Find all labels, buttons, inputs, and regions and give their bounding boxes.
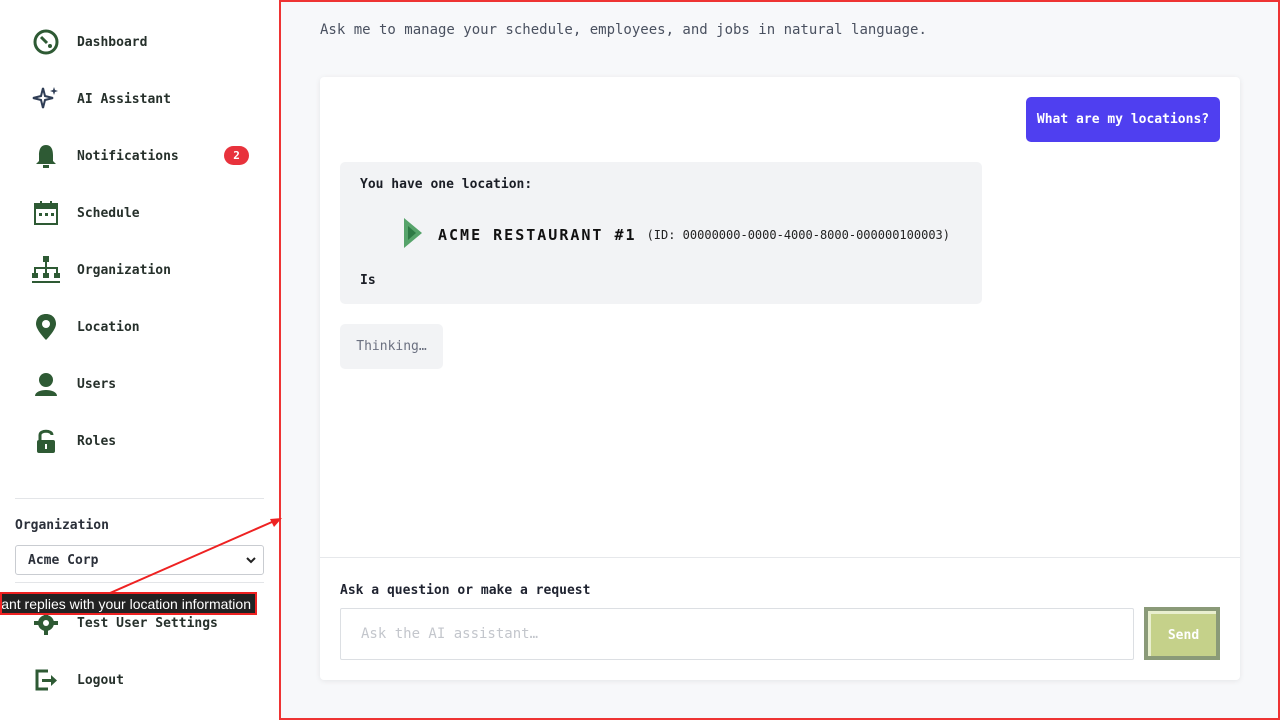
logout-icon — [30, 664, 62, 696]
assistant-message-intro: You have one location: — [360, 177, 533, 192]
sidebar-item-label: AI Assistant — [77, 91, 171, 107]
lock-icon — [30, 425, 62, 457]
chat-divider — [320, 557, 1240, 558]
assistant-message-trailing: Is — [360, 273, 376, 288]
sidebar-item-schedule[interactable]: Schedule — [30, 193, 260, 233]
sidebar-item-label: Users — [77, 376, 117, 392]
page-subtitle: Ask me to manage your schedule, employee… — [320, 22, 927, 38]
chat-panel: What are my locations? You have one loca… — [320, 77, 1240, 680]
sidebar-item-notifications[interactable]: Notifications 2 — [30, 136, 260, 176]
annotation-tooltip: AI assistant replies with your location … — [0, 592, 257, 615]
user-message-bubble: What are my locations? — [1026, 97, 1220, 142]
sidebar-item-label: Schedule — [77, 205, 140, 221]
sidebar-item-label: Logout — [77, 672, 124, 688]
calendar-icon — [30, 197, 62, 229]
location-name: ACME RESTAURANT #1 — [438, 226, 637, 244]
chevron-down-icon — [245, 554, 257, 570]
sidebar-divider — [15, 582, 264, 583]
sidebar-item-label: Roles — [77, 433, 117, 449]
sidebar-item-organization[interactable]: Organization — [30, 250, 260, 290]
send-button[interactable]: Send — [1144, 607, 1220, 660]
sidebar-item-ai-assistant[interactable]: AI Assistant — [30, 79, 260, 119]
user-icon — [30, 368, 62, 400]
assistant-message-bubble: You have one location: ACME RESTAURANT #… — [340, 162, 982, 304]
sidebar-item-label: Location — [77, 319, 140, 335]
sidebar-item-partial[interactable] — [30, 478, 260, 492]
org-chart-icon — [30, 254, 62, 286]
sparkle-icon — [30, 83, 62, 115]
organization-label: Organization — [15, 518, 109, 533]
play-arrow-icon — [402, 216, 424, 254]
map-pin-icon — [30, 311, 62, 343]
organization-select[interactable]: Acme Corp — [15, 545, 264, 575]
location-entry: ACME RESTAURANT #1 (ID: 00000000-0000-40… — [402, 216, 950, 254]
thinking-indicator: Thinking… — [340, 324, 443, 369]
chat-input[interactable] — [340, 608, 1134, 660]
sidebar-item-roles[interactable]: Roles — [30, 421, 260, 461]
chat-input-label: Ask a question or make a request — [340, 583, 591, 598]
sidebar-nav: Dashboard AI Assistant Notifications 2 S… — [0, 0, 279, 492]
partial-icon — [30, 482, 62, 492]
sidebar-item-label: Notifications — [77, 148, 179, 164]
notification-count-badge: 2 — [224, 146, 249, 165]
bell-icon — [30, 140, 62, 172]
sidebar-item-label: Dashboard — [77, 34, 148, 50]
sidebar-item-logout[interactable]: Logout — [30, 660, 260, 700]
sidebar-item-label: Organization — [77, 262, 171, 278]
sidebar-item-dashboard[interactable]: Dashboard — [30, 22, 260, 62]
sidebar-item-users[interactable]: Users — [30, 364, 260, 404]
location-id: (ID: 00000000-0000-4000-8000-00000010000… — [646, 228, 950, 242]
send-button-label: Send — [1148, 611, 1216, 656]
sidebar-item-location[interactable]: Location — [30, 307, 260, 347]
sidebar-item-label: Test User Settings — [77, 615, 218, 631]
dashboard-icon — [30, 26, 62, 58]
organization-select-value: Acme Corp — [28, 552, 99, 568]
sidebar-divider — [15, 498, 264, 499]
